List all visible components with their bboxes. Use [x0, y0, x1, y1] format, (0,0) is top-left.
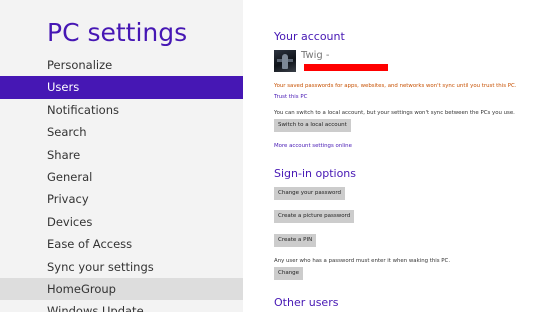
switch-local-account-button[interactable]: Switch to a local account — [274, 119, 351, 132]
change-password-button[interactable]: Change your password — [274, 187, 346, 200]
sidebar-item-sync-your-settings[interactable]: Sync your settings — [0, 256, 243, 278]
sign-in-options-heading: Sign-in options — [274, 167, 357, 180]
your-account-heading: Your account — [274, 30, 345, 43]
other-users-heading: Other users — [274, 296, 339, 309]
sidebar: PC settings Personalize Users Notificati… — [0, 0, 243, 312]
sidebar-item-windows-update[interactable]: Windows Update — [0, 300, 243, 312]
sidebar-item-personalize[interactable]: Personalize — [0, 54, 243, 76]
sidebar-item-search[interactable]: Search — [0, 121, 243, 143]
sidebar-item-homegroup[interactable]: HomeGroup — [0, 277, 243, 301]
create-pin-button[interactable]: Create a PIN — [274, 234, 317, 247]
password-policy-text: Any user who has a password must enter i… — [274, 258, 451, 264]
sidebar-item-share[interactable]: Share — [0, 144, 243, 166]
main-content: Your account Twig - Your saved passwords… — [274, 0, 544, 312]
sidebar-item-privacy[interactable]: Privacy — [0, 188, 243, 210]
account-username: Twig - — [301, 50, 330, 61]
change-policy-button[interactable]: Change — [274, 267, 304, 280]
more-account-settings-link[interactable]: More account settings online — [274, 143, 352, 149]
sidebar-nav: Personalize Users Notifications Search S… — [0, 54, 243, 312]
page-title: PC settings — [47, 18, 188, 47]
sidebar-item-devices[interactable]: Devices — [0, 211, 243, 233]
sidebar-item-general[interactable]: General — [0, 166, 243, 188]
trust-this-pc-link[interactable]: Trust this PC — [274, 94, 307, 100]
sync-warning-text: Your saved passwords for apps, websites,… — [274, 83, 517, 89]
redacted-email — [304, 64, 388, 71]
sidebar-item-users[interactable]: Users — [0, 76, 243, 99]
create-picture-password-button[interactable]: Create a picture password — [274, 210, 355, 223]
sidebar-item-notifications[interactable]: Notifications — [0, 99, 243, 121]
avatar — [274, 50, 296, 72]
sidebar-item-ease-of-access[interactable]: Ease of Access — [0, 233, 243, 255]
local-account-text: You can switch to a local account, but y… — [274, 110, 515, 116]
